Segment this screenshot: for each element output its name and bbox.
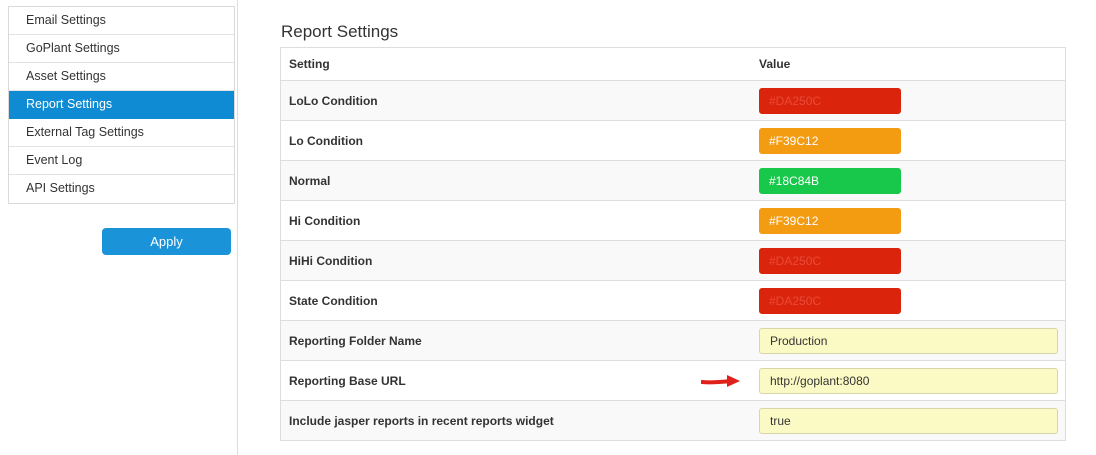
sidebar-item-event-log[interactable]: Event Log: [9, 147, 234, 175]
table-header: Setting Value: [281, 48, 1065, 80]
setting-label: Hi Condition: [289, 213, 361, 228]
table-row: LoLo Condition #DA250C: [281, 80, 1065, 120]
sidebar-item-external-tag-settings[interactable]: External Tag Settings: [9, 119, 234, 147]
sidebar-item-email-settings[interactable]: Email Settings: [9, 7, 234, 35]
table-row: Normal #18C84B: [281, 160, 1065, 200]
reporting-folder-name-input[interactable]: Production: [759, 327, 1058, 354]
setting-label: State Condition: [289, 293, 378, 308]
sidebar-item-asset-settings[interactable]: Asset Settings: [9, 63, 234, 91]
state-color-picker[interactable]: #DA250C: [759, 287, 901, 314]
table-row: Lo Condition #F39C12: [281, 120, 1065, 160]
normal-color-picker[interactable]: #18C84B: [759, 167, 901, 194]
apply-button[interactable]: Apply: [102, 228, 231, 255]
hi-color-picker[interactable]: #F39C12: [759, 207, 901, 234]
main-content: Report Settings Setting Value LoLo Condi…: [239, 0, 1096, 455]
settings-page: Email Settings GoPlant Settings Asset Se…: [0, 0, 1096, 455]
settings-table: Setting Value LoLo Condition #DA250C Lo …: [280, 47, 1066, 441]
table-row: Reporting Base URL http://goplant:8080: [281, 360, 1065, 400]
table-row: HiHi Condition #DA250C: [281, 240, 1065, 280]
include-jasper-reports-input[interactable]: true: [759, 407, 1058, 434]
lo-color-picker[interactable]: #F39C12: [759, 127, 901, 154]
lolo-color-picker[interactable]: #DA250C: [759, 87, 901, 114]
setting-label: Normal: [289, 173, 331, 188]
setting-label: LoLo Condition: [289, 93, 378, 108]
reporting-base-url-input[interactable]: http://goplant:8080: [759, 367, 1058, 394]
sidebar-item-api-settings[interactable]: API Settings: [9, 175, 234, 203]
table-row: Reporting Folder Name Production: [281, 320, 1065, 360]
setting-label: Lo Condition: [289, 133, 363, 148]
sidebar-item-goplant-settings[interactable]: GoPlant Settings: [9, 35, 234, 63]
table-row: Include jasper reports in recent reports…: [281, 400, 1065, 440]
sidebar: Email Settings GoPlant Settings Asset Se…: [0, 0, 238, 455]
setting-label: Reporting Folder Name: [289, 333, 422, 348]
setting-label: Reporting Base URL: [289, 373, 406, 388]
table-row: Hi Condition #F39C12: [281, 200, 1065, 240]
column-header-setting: Setting: [289, 57, 330, 71]
hihi-color-picker[interactable]: #DA250C: [759, 247, 901, 274]
settings-menu: Email Settings GoPlant Settings Asset Se…: [8, 6, 235, 204]
page-title: Report Settings: [281, 22, 399, 41]
red-arrow-icon: [701, 375, 740, 387]
column-header-value: Value: [759, 57, 791, 71]
setting-label: HiHi Condition: [289, 253, 373, 268]
setting-label: Include jasper reports in recent reports…: [289, 413, 554, 428]
sidebar-item-report-settings[interactable]: Report Settings: [9, 91, 234, 119]
table-row: State Condition #DA250C: [281, 280, 1065, 320]
